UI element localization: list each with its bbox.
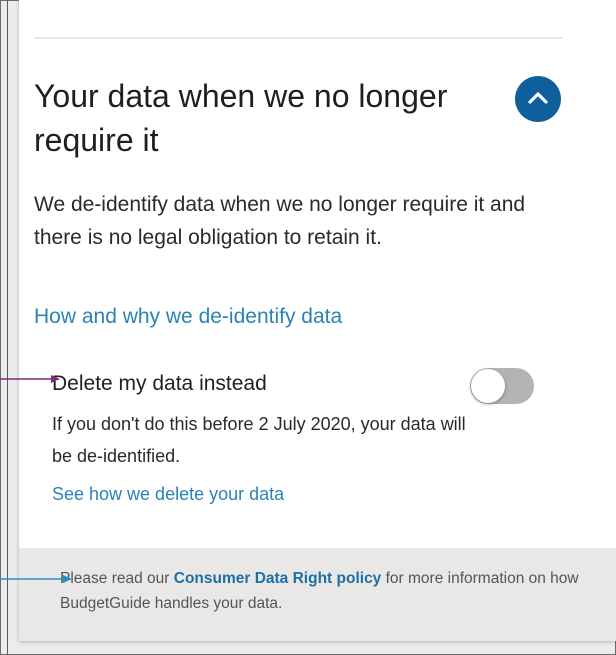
section-description: We de-identify data when we no longer re…: [34, 193, 526, 249]
de-identify-info-link[interactable]: How and why we de-identify data: [34, 302, 342, 332]
delete-process-link[interactable]: See how we delete your data: [52, 480, 284, 508]
footer-prefix: Please read our: [60, 570, 174, 587]
annotation-arrow-footer: [0, 575, 72, 583]
policy-link[interactable]: Consumer Data Right policy: [174, 570, 382, 587]
toggle-knob: [471, 369, 505, 403]
collapse-button[interactable]: [515, 76, 561, 122]
left-guide-line: [7, 0, 8, 655]
delete-option-title: Delete my data instead: [52, 372, 267, 395]
section-title: Your data when we no longer require it: [34, 78, 448, 158]
footer-text: Please read our Consumer Data Right poli…: [60, 566, 580, 616]
delete-data-toggle[interactable]: [470, 368, 534, 404]
chevron-up-icon: [527, 91, 549, 108]
annotation-arrow-option: [0, 375, 60, 383]
delete-option-description: If you don't do this before 2 July 2020,…: [52, 414, 466, 466]
section-divider: [34, 37, 562, 39]
